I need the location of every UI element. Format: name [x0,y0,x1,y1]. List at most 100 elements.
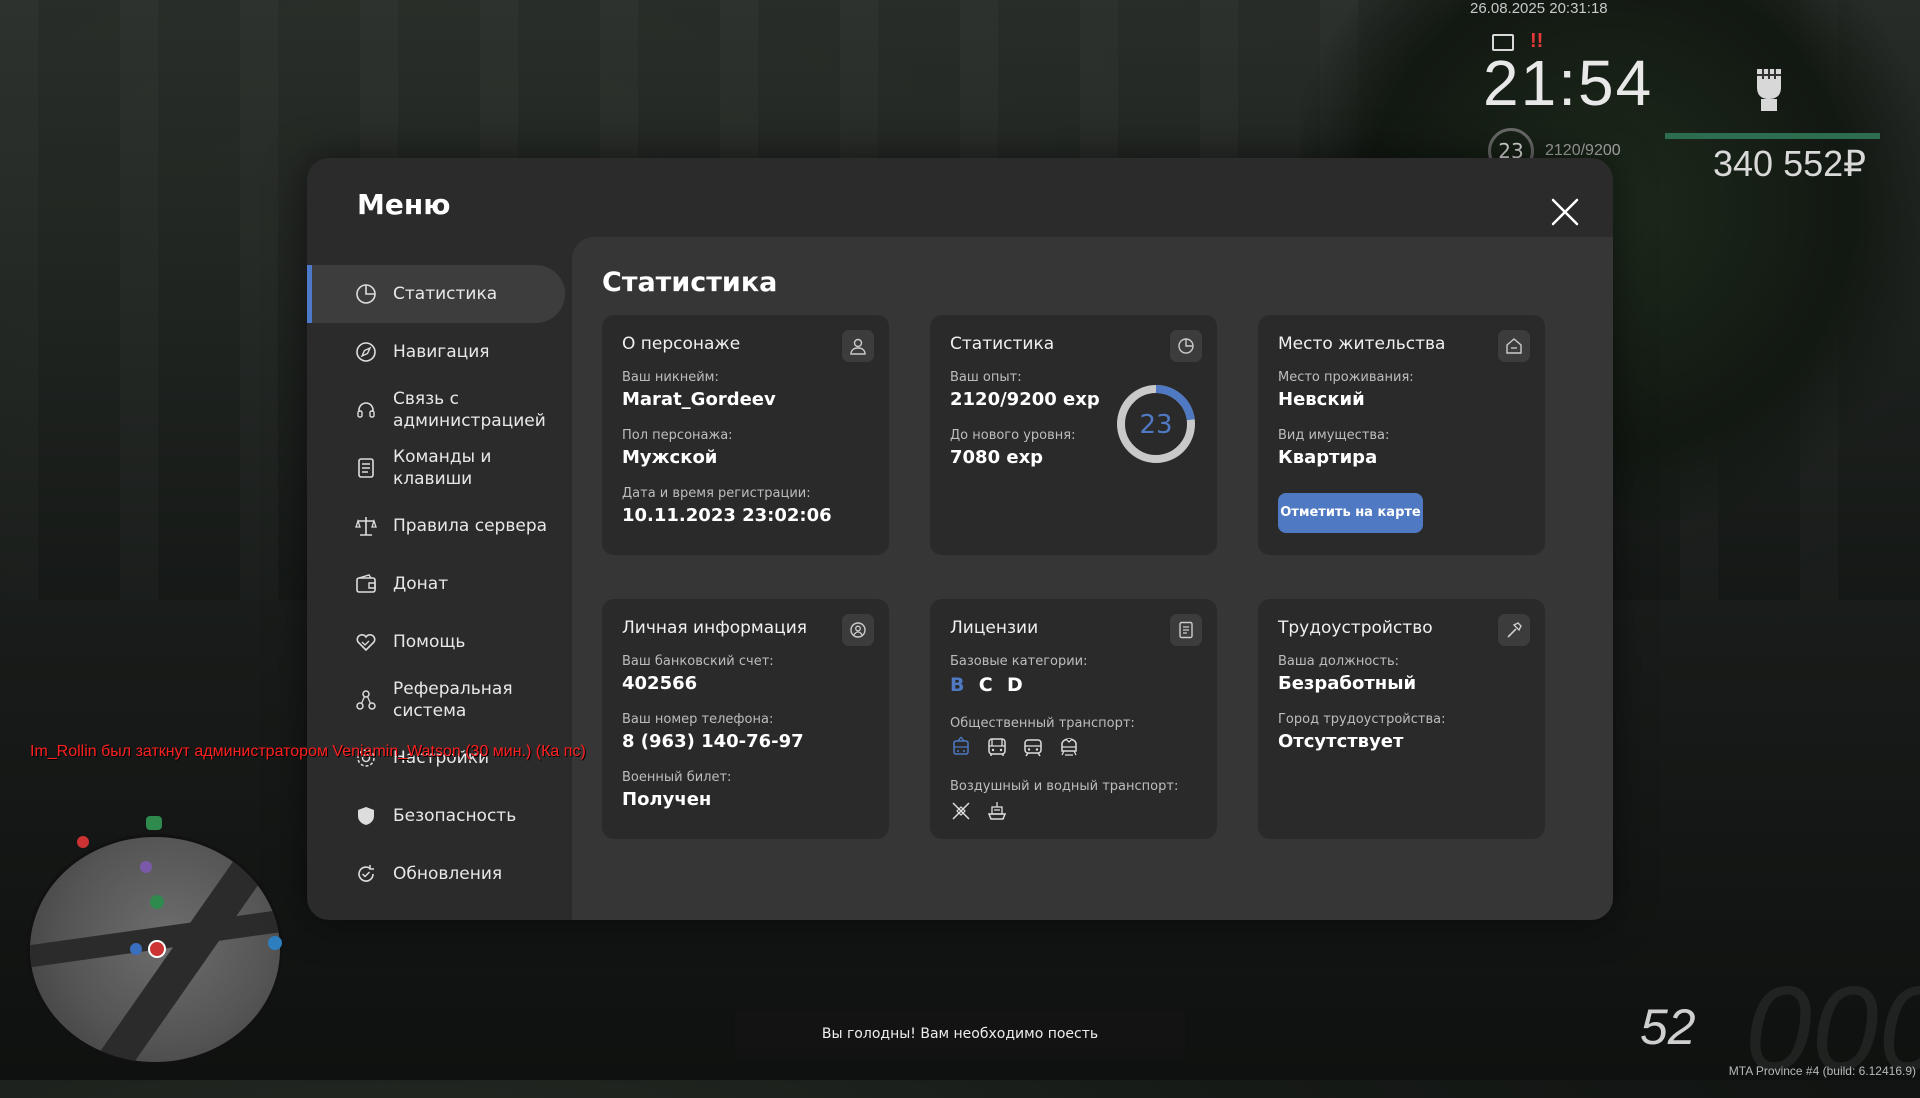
card-title: Лицензии [950,618,1039,638]
sidebar-item-help[interactable]: Помощь [307,613,572,671]
exp-value: 2120/9200 exp [950,389,1100,410]
sidebar-item-donate[interactable]: Донат [307,555,572,613]
residence-card: Место жительства Место проживания: Невск… [1258,315,1545,555]
card-title: Трудоустройство [1278,618,1433,638]
nickname-label: Ваш никнейм: [622,370,719,385]
pie-chart-icon [1170,330,1202,362]
section-title: Статистика [602,267,778,298]
minimap[interactable] [27,834,283,1065]
house-marker-icon [130,943,142,955]
hud-clock: 21:54 [1483,47,1654,119]
bus-icon [988,738,1006,756]
property-type-label: Вид имущества: [1278,428,1390,443]
hunger-hint: Вы голодны! Вам необходимо поесть [735,1010,1185,1058]
player-marker-icon [148,940,166,958]
registration-label: Дата и время регистрации: [622,486,811,501]
base-categories-label: Базовые категории: [950,654,1088,669]
sidebar-item-label: Связь с администрацией [393,389,546,431]
public-transport-label: Общественный транспорт: [950,716,1135,731]
sidebar-item-label: Донат [393,574,449,594]
air-water-transport-label: Воздушный и водный транспорт: [950,779,1179,794]
phone-label: Ваш номер телефона: [622,712,774,727]
compass-icon [356,342,376,362]
nickname-value: Marat_Gordeev [622,389,776,410]
tram-icon [1024,739,1042,757]
sidebar: Статистика Навигация Связь с администрац… [307,265,572,903]
public-transport-icons [950,736,1080,758]
metro-icon [1061,738,1077,756]
stats-card: Статистика Ваш опыт: 2120/9200 exp До но… [930,315,1217,555]
referral-icon [356,690,376,710]
sidebar-item-navigation[interactable]: Навигация [307,323,572,381]
sidebar-item-admin-contact[interactable]: Связь с администрацией [307,381,572,439]
card-title: О персонаже [622,334,741,354]
id-icon [842,614,874,646]
category-b: B [950,674,965,696]
job-marker-icon [146,816,162,830]
target-marker-icon [77,836,89,848]
sidebar-item-label: Реферальная система [393,679,513,721]
sidebar-item-security[interactable]: Безопасность [307,787,572,845]
scales-icon [355,517,377,536]
sidebar-item-updates[interactable]: Обновления [307,845,572,903]
categories-row: B C D [950,674,1031,696]
job-city-value: Отсутствует [1278,731,1404,752]
hammer-icon [1498,614,1530,646]
sidebar-item-label: Правила сервера [393,516,548,536]
sidebar-item-statistics[interactable]: Статистика [307,265,565,323]
licenses-card: Лицензии Базовые категории: B C D Общест… [930,599,1217,839]
job-position-label: Ваша должность: [1278,654,1400,669]
close-icon[interactable] [1547,194,1583,230]
air-water-transport-icons [950,800,1008,822]
headset-icon [357,402,375,418]
category-c: C [978,674,993,696]
menu-title: Меню [357,188,451,221]
card-title: Статистика [950,334,1055,354]
build-info: MTA Province #4 (build: 6.12416.9) [1728,1064,1916,1078]
list-icon [358,458,374,478]
sidebar-item-label: Команды и клавиши [393,447,492,489]
next-level-value: 7080 exp [950,447,1044,468]
content-panel: Статистика О персонаже Ваш никнейм: Mara… [572,237,1613,920]
category-d: D [1007,674,1023,696]
job-city-label: Город трудоустройства: [1278,712,1446,727]
poi-marker-icon [140,861,152,873]
mark-on-map-button[interactable]: Отметить на карте [1278,493,1423,533]
sidebar-item-rules[interactable]: Правила сервера [307,497,572,555]
document-icon [1170,614,1202,646]
sidebar-item-label: Безопасность [393,806,517,826]
sidebar-item-referral[interactable]: Реферальная система [307,671,572,729]
plane-icon [952,802,970,820]
ship-icon [987,802,1007,820]
gender-label: Пол персонажа: [622,428,733,443]
handshake-icon [356,633,376,652]
character-card: О персонаже Ваш никнейм: Marat_Gordeev П… [602,315,889,555]
next-level-label: До нового уровня: [950,428,1076,443]
sidebar-item-label: Навигация [393,342,490,362]
job-position-value: Безработный [1278,673,1417,694]
residence-place-label: Место проживания: [1278,370,1414,385]
registration-value: 10.11.2023 23:02:06 [622,505,832,526]
level-number: 23 [1139,410,1172,440]
sidebar-item-label: Статистика [393,284,498,304]
job-card: Трудоустройство Ваша должность: Безработ… [1258,599,1545,839]
wallet-icon [356,574,376,593]
sidebar-item-commands[interactable]: Команды и клавиши [307,439,572,497]
residence-place-value: Невский [1278,389,1365,410]
hud-datetime: 26.08.2025 20:31:18 [1470,0,1608,17]
speed-value: 52 [1640,999,1696,1055]
house-icon [1498,330,1530,362]
level-progress-ring: 23 [1117,385,1195,463]
minimap-road [30,906,280,970]
phone-value: 8 (963) 140-76-97 [622,731,804,752]
update-icon [358,865,374,882]
sidebar-item-label: Обновления [393,864,503,884]
bank-account-label: Ваш банковский счет: [622,654,774,669]
sidebar-item-label: Помощь [393,632,466,652]
military-id-value: Получен [622,789,712,810]
shop-marker-icon [150,895,164,909]
card-title: Личная информация [622,618,808,638]
exp-label: Ваш опыт: [950,370,1022,385]
chat-message: Im_Rollin был заткнут администратором Ve… [30,743,586,760]
hud-money: 340 552₽ [1713,143,1867,184]
